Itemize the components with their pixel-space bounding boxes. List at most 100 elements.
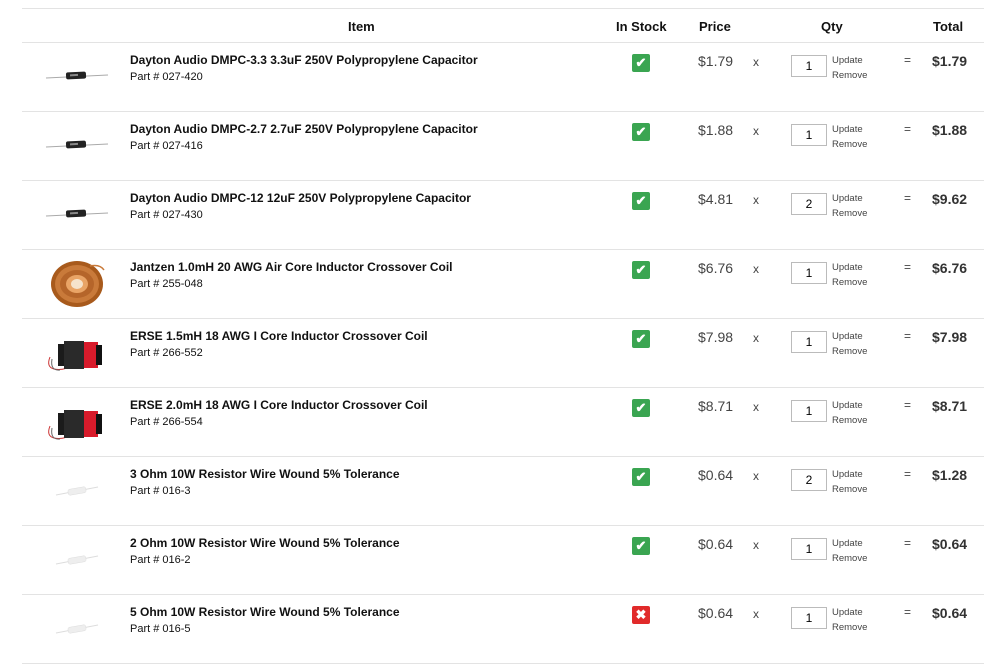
line-total: $0.64 (932, 605, 968, 621)
remove-link[interactable]: Remove (832, 415, 867, 426)
remove-link[interactable]: Remove (832, 139, 867, 150)
cart-row: Dayton Audio DMPC-12 12uF 250V Polypropy… (22, 181, 984, 250)
unit-price: $4.81 (698, 191, 734, 207)
multiply-sign: x (753, 193, 759, 207)
check-icon: ✔ (632, 123, 650, 141)
quantity-input[interactable] (791, 331, 827, 353)
header-total: Total (933, 19, 964, 34)
part-number: Part # 027-416 (130, 140, 203, 152)
equals-sign: = (904, 191, 912, 205)
remove-link[interactable]: Remove (832, 484, 867, 495)
remove-link[interactable]: Remove (832, 70, 867, 81)
multiply-sign: x (753, 331, 759, 345)
line-total: $1.88 (932, 122, 968, 138)
update-link[interactable]: Update (832, 193, 863, 204)
check-icon: ✔ (632, 192, 650, 210)
product-thumbnail[interactable] (44, 465, 110, 515)
remove-link[interactable]: Remove (832, 208, 867, 219)
product-thumbnail[interactable] (44, 51, 110, 101)
product-thumbnail[interactable] (44, 120, 110, 170)
quantity-input[interactable] (791, 124, 827, 146)
quantity-input[interactable] (791, 538, 827, 560)
unit-price: $0.64 (698, 536, 734, 552)
quantity-input[interactable] (791, 193, 827, 215)
product-thumbnail[interactable] (44, 258, 110, 308)
quantity-input[interactable] (791, 607, 827, 629)
part-number: Part # 016-5 (130, 623, 191, 635)
equals-sign: = (904, 536, 912, 550)
remove-link[interactable]: Remove (832, 553, 867, 564)
product-name[interactable]: Dayton Audio DMPC-3.3 3.3uF 250V Polypro… (130, 53, 478, 67)
update-link[interactable]: Update (832, 331, 863, 342)
multiply-sign: x (753, 469, 759, 483)
remove-link[interactable]: Remove (832, 622, 867, 633)
quantity-input[interactable] (791, 400, 827, 422)
product-thumbnail[interactable] (44, 534, 110, 584)
line-total: $7.98 (932, 329, 968, 345)
part-number: Part # 255-048 (130, 278, 203, 290)
line-total: $1.79 (932, 53, 968, 69)
line-total: $1.28 (932, 467, 968, 483)
check-icon: ✔ (632, 537, 650, 555)
remove-link[interactable]: Remove (832, 346, 867, 357)
unit-price: $6.76 (698, 260, 734, 276)
product-name[interactable]: Dayton Audio DMPC-2.7 2.7uF 250V Polypro… (130, 122, 478, 136)
multiply-sign: x (753, 124, 759, 138)
product-name[interactable]: Dayton Audio DMPC-12 12uF 250V Polypropy… (130, 191, 471, 205)
equals-sign: = (904, 329, 912, 343)
product-name[interactable]: ERSE 2.0mH 18 AWG I Core Inductor Crosso… (130, 398, 428, 412)
product-name[interactable]: ERSE 1.5mH 18 AWG I Core Inductor Crosso… (130, 329, 428, 343)
product-thumbnail[interactable] (44, 327, 110, 377)
update-link[interactable]: Update (832, 400, 863, 411)
header-qty: Qty (821, 19, 843, 34)
quantity-input[interactable] (791, 262, 827, 284)
multiply-sign: x (753, 538, 759, 552)
product-thumbnail[interactable] (44, 603, 110, 653)
check-icon: ✔ (632, 330, 650, 348)
cart-table: Item In Stock Price Qty Total Dayton Aud… (22, 8, 984, 664)
check-icon: ✔ (632, 54, 650, 72)
part-number: Part # 016-3 (130, 485, 191, 497)
update-link[interactable]: Update (832, 538, 863, 549)
multiply-sign: x (753, 607, 759, 621)
cart-row: 3 Ohm 10W Resistor Wire Wound 5% Toleran… (22, 457, 984, 526)
part-number: Part # 266-554 (130, 416, 203, 428)
cart-header-row: Item In Stock Price Qty Total (22, 8, 984, 43)
update-link[interactable]: Update (832, 124, 863, 135)
update-link[interactable]: Update (832, 262, 863, 273)
product-name[interactable]: 5 Ohm 10W Resistor Wire Wound 5% Toleran… (130, 605, 400, 619)
cart-row: 5 Ohm 10W Resistor Wire Wound 5% Toleran… (22, 595, 984, 664)
cart-rows: Dayton Audio DMPC-3.3 3.3uF 250V Polypro… (22, 43, 984, 664)
check-icon: ✔ (632, 261, 650, 279)
unit-price: $0.64 (698, 467, 734, 483)
quantity-input[interactable] (791, 55, 827, 77)
equals-sign: = (904, 605, 912, 619)
product-thumbnail[interactable] (44, 396, 110, 446)
multiply-sign: x (753, 262, 759, 276)
update-link[interactable]: Update (832, 607, 863, 618)
product-thumbnail[interactable] (44, 189, 110, 239)
part-number: Part # 027-430 (130, 209, 203, 221)
update-link[interactable]: Update (832, 55, 863, 66)
part-number: Part # 016-2 (130, 554, 191, 566)
part-number: Part # 266-552 (130, 347, 203, 359)
line-total: $9.62 (932, 191, 968, 207)
unit-price: $1.79 (698, 53, 734, 69)
cart-row: ERSE 1.5mH 18 AWG I Core Inductor Crosso… (22, 319, 984, 388)
update-link[interactable]: Update (832, 469, 863, 480)
product-name[interactable]: Jantzen 1.0mH 20 AWG Air Core Inductor C… (130, 260, 453, 274)
cart-row: ERSE 2.0mH 18 AWG I Core Inductor Crosso… (22, 388, 984, 457)
line-total: $8.71 (932, 398, 968, 414)
multiply-sign: x (753, 400, 759, 414)
cart-row: Dayton Audio DMPC-2.7 2.7uF 250V Polypro… (22, 112, 984, 181)
equals-sign: = (904, 398, 912, 412)
equals-sign: = (904, 53, 912, 67)
multiply-sign: x (753, 55, 759, 69)
remove-link[interactable]: Remove (832, 277, 867, 288)
product-name[interactable]: 2 Ohm 10W Resistor Wire Wound 5% Toleran… (130, 536, 400, 550)
check-icon: ✔ (632, 468, 650, 486)
header-item: Item (348, 19, 375, 34)
equals-sign: = (904, 260, 912, 274)
quantity-input[interactable] (791, 469, 827, 491)
product-name[interactable]: 3 Ohm 10W Resistor Wire Wound 5% Toleran… (130, 467, 400, 481)
